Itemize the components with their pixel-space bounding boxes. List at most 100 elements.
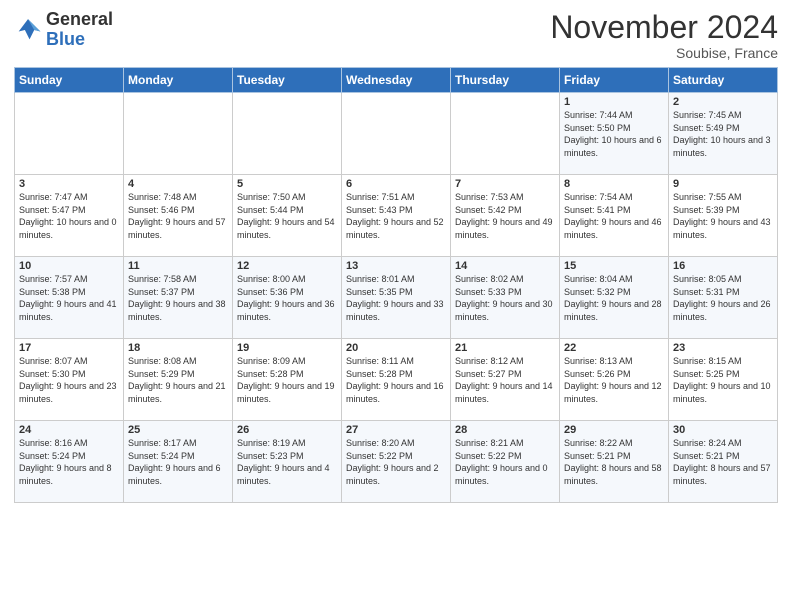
day-number: 21 bbox=[455, 342, 555, 354]
col-monday: Monday bbox=[124, 68, 233, 93]
day-number: 27 bbox=[346, 424, 446, 436]
table-row bbox=[451, 93, 560, 175]
day-info: Sunrise: 7:48 AM Sunset: 5:46 PM Dayligh… bbox=[128, 191, 228, 241]
table-row: 2Sunrise: 7:45 AM Sunset: 5:49 PM Daylig… bbox=[669, 93, 778, 175]
table-row: 14Sunrise: 8:02 AM Sunset: 5:33 PM Dayli… bbox=[451, 257, 560, 339]
table-row bbox=[124, 93, 233, 175]
day-number: 19 bbox=[237, 342, 337, 354]
day-info: Sunrise: 7:55 AM Sunset: 5:39 PM Dayligh… bbox=[673, 191, 773, 241]
table-row: 15Sunrise: 8:04 AM Sunset: 5:32 PM Dayli… bbox=[560, 257, 669, 339]
table-row: 10Sunrise: 7:57 AM Sunset: 5:38 PM Dayli… bbox=[15, 257, 124, 339]
day-number: 15 bbox=[564, 260, 664, 272]
table-row: 28Sunrise: 8:21 AM Sunset: 5:22 PM Dayli… bbox=[451, 421, 560, 503]
day-info: Sunrise: 8:12 AM Sunset: 5:27 PM Dayligh… bbox=[455, 355, 555, 405]
calendar-header-row: Sunday Monday Tuesday Wednesday Thursday… bbox=[15, 68, 778, 93]
table-row: 1Sunrise: 7:44 AM Sunset: 5:50 PM Daylig… bbox=[560, 93, 669, 175]
day-info: Sunrise: 7:57 AM Sunset: 5:38 PM Dayligh… bbox=[19, 273, 119, 323]
day-info: Sunrise: 8:24 AM Sunset: 5:21 PM Dayligh… bbox=[673, 437, 773, 487]
table-row: 6Sunrise: 7:51 AM Sunset: 5:43 PM Daylig… bbox=[342, 175, 451, 257]
logo: General Blue bbox=[14, 10, 113, 50]
day-info: Sunrise: 8:05 AM Sunset: 5:31 PM Dayligh… bbox=[673, 273, 773, 323]
day-number: 8 bbox=[564, 178, 664, 190]
day-number: 3 bbox=[19, 178, 119, 190]
day-number: 12 bbox=[237, 260, 337, 272]
month-title: November 2024 bbox=[550, 10, 778, 45]
header: General Blue November 2024 Soubise, Fran… bbox=[14, 10, 778, 61]
col-friday: Friday bbox=[560, 68, 669, 93]
day-number: 5 bbox=[237, 178, 337, 190]
calendar-week-row: 24Sunrise: 8:16 AM Sunset: 5:24 PM Dayli… bbox=[15, 421, 778, 503]
day-number: 9 bbox=[673, 178, 773, 190]
calendar-week-row: 10Sunrise: 7:57 AM Sunset: 5:38 PM Dayli… bbox=[15, 257, 778, 339]
col-sunday: Sunday bbox=[15, 68, 124, 93]
table-row: 25Sunrise: 8:17 AM Sunset: 5:24 PM Dayli… bbox=[124, 421, 233, 503]
table-row: 13Sunrise: 8:01 AM Sunset: 5:35 PM Dayli… bbox=[342, 257, 451, 339]
table-row: 18Sunrise: 8:08 AM Sunset: 5:29 PM Dayli… bbox=[124, 339, 233, 421]
table-row: 12Sunrise: 8:00 AM Sunset: 5:36 PM Dayli… bbox=[233, 257, 342, 339]
day-info: Sunrise: 8:22 AM Sunset: 5:21 PM Dayligh… bbox=[564, 437, 664, 487]
day-info: Sunrise: 8:09 AM Sunset: 5:28 PM Dayligh… bbox=[237, 355, 337, 405]
day-info: Sunrise: 7:45 AM Sunset: 5:49 PM Dayligh… bbox=[673, 109, 773, 159]
calendar-page: General Blue November 2024 Soubise, Fran… bbox=[0, 0, 792, 612]
day-info: Sunrise: 8:17 AM Sunset: 5:24 PM Dayligh… bbox=[128, 437, 228, 487]
day-number: 17 bbox=[19, 342, 119, 354]
day-info: Sunrise: 8:04 AM Sunset: 5:32 PM Dayligh… bbox=[564, 273, 664, 323]
table-row: 20Sunrise: 8:11 AM Sunset: 5:28 PM Dayli… bbox=[342, 339, 451, 421]
day-info: Sunrise: 7:51 AM Sunset: 5:43 PM Dayligh… bbox=[346, 191, 446, 241]
day-number: 6 bbox=[346, 178, 446, 190]
day-number: 4 bbox=[128, 178, 228, 190]
table-row: 19Sunrise: 8:09 AM Sunset: 5:28 PM Dayli… bbox=[233, 339, 342, 421]
table-row bbox=[342, 93, 451, 175]
table-row: 22Sunrise: 8:13 AM Sunset: 5:26 PM Dayli… bbox=[560, 339, 669, 421]
table-row: 4Sunrise: 7:48 AM Sunset: 5:46 PM Daylig… bbox=[124, 175, 233, 257]
table-row: 16Sunrise: 8:05 AM Sunset: 5:31 PM Dayli… bbox=[669, 257, 778, 339]
logo-icon bbox=[14, 16, 42, 44]
table-row: 7Sunrise: 7:53 AM Sunset: 5:42 PM Daylig… bbox=[451, 175, 560, 257]
day-number: 30 bbox=[673, 424, 773, 436]
day-number: 22 bbox=[564, 342, 664, 354]
table-row: 5Sunrise: 7:50 AM Sunset: 5:44 PM Daylig… bbox=[233, 175, 342, 257]
day-info: Sunrise: 8:07 AM Sunset: 5:30 PM Dayligh… bbox=[19, 355, 119, 405]
day-info: Sunrise: 8:08 AM Sunset: 5:29 PM Dayligh… bbox=[128, 355, 228, 405]
day-info: Sunrise: 8:19 AM Sunset: 5:23 PM Dayligh… bbox=[237, 437, 337, 487]
day-number: 18 bbox=[128, 342, 228, 354]
day-number: 23 bbox=[673, 342, 773, 354]
logo-general: General bbox=[46, 9, 113, 29]
location: Soubise, France bbox=[550, 45, 778, 61]
calendar-week-row: 1Sunrise: 7:44 AM Sunset: 5:50 PM Daylig… bbox=[15, 93, 778, 175]
day-number: 11 bbox=[128, 260, 228, 272]
day-number: 26 bbox=[237, 424, 337, 436]
table-row: 21Sunrise: 8:12 AM Sunset: 5:27 PM Dayli… bbox=[451, 339, 560, 421]
calendar-table: Sunday Monday Tuesday Wednesday Thursday… bbox=[14, 67, 778, 503]
day-number: 7 bbox=[455, 178, 555, 190]
table-row: 26Sunrise: 8:19 AM Sunset: 5:23 PM Dayli… bbox=[233, 421, 342, 503]
table-row: 27Sunrise: 8:20 AM Sunset: 5:22 PM Dayli… bbox=[342, 421, 451, 503]
day-info: Sunrise: 8:20 AM Sunset: 5:22 PM Dayligh… bbox=[346, 437, 446, 487]
day-info: Sunrise: 8:02 AM Sunset: 5:33 PM Dayligh… bbox=[455, 273, 555, 323]
day-info: Sunrise: 7:58 AM Sunset: 5:37 PM Dayligh… bbox=[128, 273, 228, 323]
logo-text: General Blue bbox=[46, 10, 113, 50]
table-row bbox=[15, 93, 124, 175]
day-info: Sunrise: 7:44 AM Sunset: 5:50 PM Dayligh… bbox=[564, 109, 664, 159]
col-thursday: Thursday bbox=[451, 68, 560, 93]
table-row: 8Sunrise: 7:54 AM Sunset: 5:41 PM Daylig… bbox=[560, 175, 669, 257]
logo-blue: Blue bbox=[46, 29, 85, 49]
title-block: November 2024 Soubise, France bbox=[550, 10, 778, 61]
day-info: Sunrise: 8:21 AM Sunset: 5:22 PM Dayligh… bbox=[455, 437, 555, 487]
day-number: 25 bbox=[128, 424, 228, 436]
col-wednesday: Wednesday bbox=[342, 68, 451, 93]
day-number: 1 bbox=[564, 96, 664, 108]
table-row: 3Sunrise: 7:47 AM Sunset: 5:47 PM Daylig… bbox=[15, 175, 124, 257]
day-number: 10 bbox=[19, 260, 119, 272]
day-number: 29 bbox=[564, 424, 664, 436]
day-info: Sunrise: 8:16 AM Sunset: 5:24 PM Dayligh… bbox=[19, 437, 119, 487]
day-info: Sunrise: 8:11 AM Sunset: 5:28 PM Dayligh… bbox=[346, 355, 446, 405]
day-info: Sunrise: 7:50 AM Sunset: 5:44 PM Dayligh… bbox=[237, 191, 337, 241]
day-info: Sunrise: 7:47 AM Sunset: 5:47 PM Dayligh… bbox=[19, 191, 119, 241]
day-info: Sunrise: 8:13 AM Sunset: 5:26 PM Dayligh… bbox=[564, 355, 664, 405]
day-number: 16 bbox=[673, 260, 773, 272]
day-info: Sunrise: 8:00 AM Sunset: 5:36 PM Dayligh… bbox=[237, 273, 337, 323]
day-number: 14 bbox=[455, 260, 555, 272]
day-number: 28 bbox=[455, 424, 555, 436]
table-row: 30Sunrise: 8:24 AM Sunset: 5:21 PM Dayli… bbox=[669, 421, 778, 503]
